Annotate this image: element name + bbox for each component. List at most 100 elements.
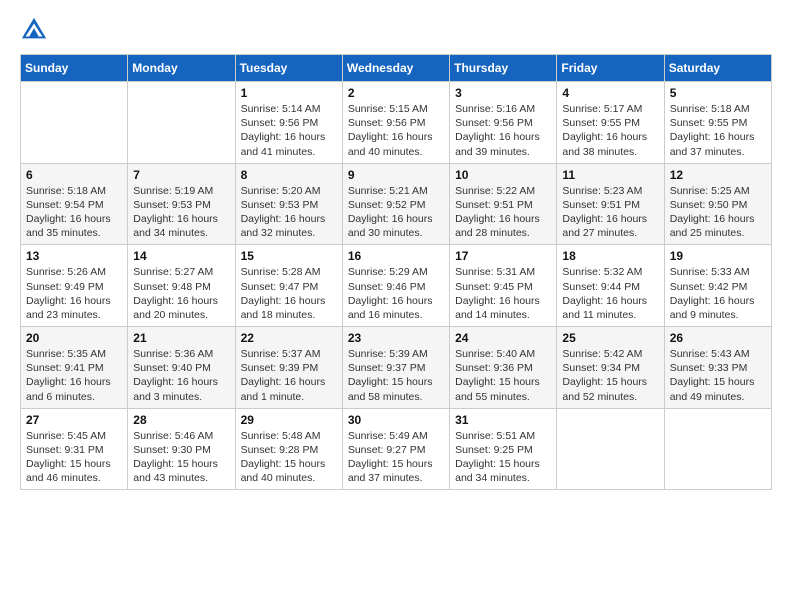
day-cell: 13Sunrise: 5:26 AM Sunset: 9:49 PM Dayli… bbox=[21, 245, 128, 327]
day-info: Sunrise: 5:15 AM Sunset: 9:56 PM Dayligh… bbox=[348, 102, 444, 159]
day-info: Sunrise: 5:43 AM Sunset: 9:33 PM Dayligh… bbox=[670, 347, 766, 404]
day-cell: 16Sunrise: 5:29 AM Sunset: 9:46 PM Dayli… bbox=[342, 245, 449, 327]
day-info: Sunrise: 5:20 AM Sunset: 9:53 PM Dayligh… bbox=[241, 184, 337, 241]
day-number: 7 bbox=[133, 168, 229, 182]
day-info: Sunrise: 5:19 AM Sunset: 9:53 PM Dayligh… bbox=[133, 184, 229, 241]
day-cell: 7 Sunrise: 5:19 AM Sunset: 9:53 PM Daylig… bbox=[128, 163, 235, 245]
day-number: 16 bbox=[348, 249, 444, 263]
logo bbox=[20, 16, 50, 44]
day-cell: 22 Sunrise: 5:37 AM Sunset: 9:39 PM Dayli… bbox=[235, 327, 342, 409]
day-cell: 11 Sunrise: 5:23 AM Sunset: 9:51 PM Dayli… bbox=[557, 163, 664, 245]
day-cell: 30 Sunrise: 5:49 AM Sunset: 9:27 PM Dayli… bbox=[342, 408, 449, 490]
day-number: 1 bbox=[241, 86, 337, 100]
day-info: Sunrise: 5:46 AM Sunset: 9:30 PM Dayligh… bbox=[133, 429, 229, 486]
day-cell: 5Sunrise: 5:18 AM Sunset: 9:55 PM Daylig… bbox=[664, 82, 771, 164]
day-info: Sunrise: 5:39 AM Sunset: 9:37 PM Dayligh… bbox=[348, 347, 444, 404]
day-info: Sunrise: 5:42 AM Sunset: 9:34 PM Dayligh… bbox=[562, 347, 658, 404]
day-info: Sunrise: 5:28 AM Sunset: 9:47 PM Dayligh… bbox=[241, 265, 337, 322]
day-cell bbox=[128, 82, 235, 164]
day-cell: 24 Sunrise: 5:40 AM Sunset: 9:36 PM Dayli… bbox=[450, 327, 557, 409]
day-cell: 10 Sunrise: 5:22 AM Sunset: 9:51 PM Dayli… bbox=[450, 163, 557, 245]
logo-icon bbox=[20, 16, 48, 44]
day-cell: 9 Sunrise: 5:21 AM Sunset: 9:52 PM Daylig… bbox=[342, 163, 449, 245]
day-cell: 6Sunrise: 5:18 AM Sunset: 9:54 PM Daylig… bbox=[21, 163, 128, 245]
day-info: Sunrise: 5:48 AM Sunset: 9:28 PM Dayligh… bbox=[241, 429, 337, 486]
day-info: Sunrise: 5:33 AM Sunset: 9:42 PM Dayligh… bbox=[670, 265, 766, 322]
page: SundayMondayTuesdayWednesdayThursdayFrid… bbox=[0, 0, 792, 612]
weekday-header-wednesday: Wednesday bbox=[342, 55, 449, 82]
weekday-header-row: SundayMondayTuesdayWednesdayThursdayFrid… bbox=[21, 55, 772, 82]
day-number: 24 bbox=[455, 331, 551, 345]
day-info: Sunrise: 5:31 AM Sunset: 9:45 PM Dayligh… bbox=[455, 265, 551, 322]
day-info: Sunrise: 5:27 AM Sunset: 9:48 PM Dayligh… bbox=[133, 265, 229, 322]
day-number: 17 bbox=[455, 249, 551, 263]
day-cell: 18 Sunrise: 5:32 AM Sunset: 9:44 PM Dayli… bbox=[557, 245, 664, 327]
day-number: 19 bbox=[670, 249, 766, 263]
day-number: 28 bbox=[133, 413, 229, 427]
day-number: 12 bbox=[670, 168, 766, 182]
day-info: Sunrise: 5:45 AM Sunset: 9:31 PM Dayligh… bbox=[26, 429, 122, 486]
day-info: Sunrise: 5:17 AM Sunset: 9:55 PM Dayligh… bbox=[562, 102, 658, 159]
day-number: 18 bbox=[562, 249, 658, 263]
day-number: 31 bbox=[455, 413, 551, 427]
day-number: 5 bbox=[670, 86, 766, 100]
week-row-5: 27Sunrise: 5:45 AM Sunset: 9:31 PM Dayli… bbox=[21, 408, 772, 490]
day-number: 11 bbox=[562, 168, 658, 182]
week-row-4: 20 Sunrise: 5:35 AM Sunset: 9:41 PM Dayli… bbox=[21, 327, 772, 409]
weekday-header-monday: Monday bbox=[128, 55, 235, 82]
day-cell: 17 Sunrise: 5:31 AM Sunset: 9:45 PM Dayli… bbox=[450, 245, 557, 327]
day-number: 3 bbox=[455, 86, 551, 100]
day-cell bbox=[21, 82, 128, 164]
day-number: 22 bbox=[241, 331, 337, 345]
day-cell: 25 Sunrise: 5:42 AM Sunset: 9:34 PM Dayli… bbox=[557, 327, 664, 409]
weekday-header-friday: Friday bbox=[557, 55, 664, 82]
day-info: Sunrise: 5:22 AM Sunset: 9:51 PM Dayligh… bbox=[455, 184, 551, 241]
day-number: 29 bbox=[241, 413, 337, 427]
day-cell: 15 Sunrise: 5:28 AM Sunset: 9:47 PM Dayli… bbox=[235, 245, 342, 327]
day-info: Sunrise: 5:23 AM Sunset: 9:51 PM Dayligh… bbox=[562, 184, 658, 241]
weekday-header-sunday: Sunday bbox=[21, 55, 128, 82]
day-cell: 29 Sunrise: 5:48 AM Sunset: 9:28 PM Dayli… bbox=[235, 408, 342, 490]
day-number: 10 bbox=[455, 168, 551, 182]
day-info: Sunrise: 5:37 AM Sunset: 9:39 PM Dayligh… bbox=[241, 347, 337, 404]
day-cell: 12 Sunrise: 5:25 AM Sunset: 9:50 PM Dayli… bbox=[664, 163, 771, 245]
day-cell: 23 Sunrise: 5:39 AM Sunset: 9:37 PM Dayli… bbox=[342, 327, 449, 409]
day-info: Sunrise: 5:40 AM Sunset: 9:36 PM Dayligh… bbox=[455, 347, 551, 404]
day-cell: 2Sunrise: 5:15 AM Sunset: 9:56 PM Daylig… bbox=[342, 82, 449, 164]
day-cell: 1 Sunrise: 5:14 AM Sunset: 9:56 PM Daylig… bbox=[235, 82, 342, 164]
day-number: 26 bbox=[670, 331, 766, 345]
day-cell: 4Sunrise: 5:17 AM Sunset: 9:55 PM Daylig… bbox=[557, 82, 664, 164]
day-number: 25 bbox=[562, 331, 658, 345]
day-cell: 3 Sunrise: 5:16 AM Sunset: 9:56 PM Daylig… bbox=[450, 82, 557, 164]
day-number: 15 bbox=[241, 249, 337, 263]
weekday-header-thursday: Thursday bbox=[450, 55, 557, 82]
day-info: Sunrise: 5:16 AM Sunset: 9:56 PM Dayligh… bbox=[455, 102, 551, 159]
day-cell bbox=[664, 408, 771, 490]
day-number: 21 bbox=[133, 331, 229, 345]
day-number: 14 bbox=[133, 249, 229, 263]
weekday-header-tuesday: Tuesday bbox=[235, 55, 342, 82]
day-cell: 8Sunrise: 5:20 AM Sunset: 9:53 PM Daylig… bbox=[235, 163, 342, 245]
day-number: 30 bbox=[348, 413, 444, 427]
day-cell: 20 Sunrise: 5:35 AM Sunset: 9:41 PM Dayli… bbox=[21, 327, 128, 409]
week-row-2: 6Sunrise: 5:18 AM Sunset: 9:54 PM Daylig… bbox=[21, 163, 772, 245]
day-info: Sunrise: 5:36 AM Sunset: 9:40 PM Dayligh… bbox=[133, 347, 229, 404]
day-info: Sunrise: 5:14 AM Sunset: 9:56 PM Dayligh… bbox=[241, 102, 337, 159]
day-cell bbox=[557, 408, 664, 490]
header bbox=[20, 16, 772, 44]
day-cell: 21 Sunrise: 5:36 AM Sunset: 9:40 PM Dayli… bbox=[128, 327, 235, 409]
weekday-header-saturday: Saturday bbox=[664, 55, 771, 82]
day-info: Sunrise: 5:26 AM Sunset: 9:49 PM Dayligh… bbox=[26, 265, 122, 322]
day-number: 23 bbox=[348, 331, 444, 345]
day-number: 20 bbox=[26, 331, 122, 345]
day-info: Sunrise: 5:49 AM Sunset: 9:27 PM Dayligh… bbox=[348, 429, 444, 486]
day-number: 9 bbox=[348, 168, 444, 182]
day-info: Sunrise: 5:35 AM Sunset: 9:41 PM Dayligh… bbox=[26, 347, 122, 404]
day-cell: 31 Sunrise: 5:51 AM Sunset: 9:25 PM Dayli… bbox=[450, 408, 557, 490]
day-info: Sunrise: 5:32 AM Sunset: 9:44 PM Dayligh… bbox=[562, 265, 658, 322]
day-info: Sunrise: 5:25 AM Sunset: 9:50 PM Dayligh… bbox=[670, 184, 766, 241]
day-info: Sunrise: 5:51 AM Sunset: 9:25 PM Dayligh… bbox=[455, 429, 551, 486]
day-cell: 14 Sunrise: 5:27 AM Sunset: 9:48 PM Dayli… bbox=[128, 245, 235, 327]
day-info: Sunrise: 5:21 AM Sunset: 9:52 PM Dayligh… bbox=[348, 184, 444, 241]
day-cell: 28 Sunrise: 5:46 AM Sunset: 9:30 PM Dayli… bbox=[128, 408, 235, 490]
